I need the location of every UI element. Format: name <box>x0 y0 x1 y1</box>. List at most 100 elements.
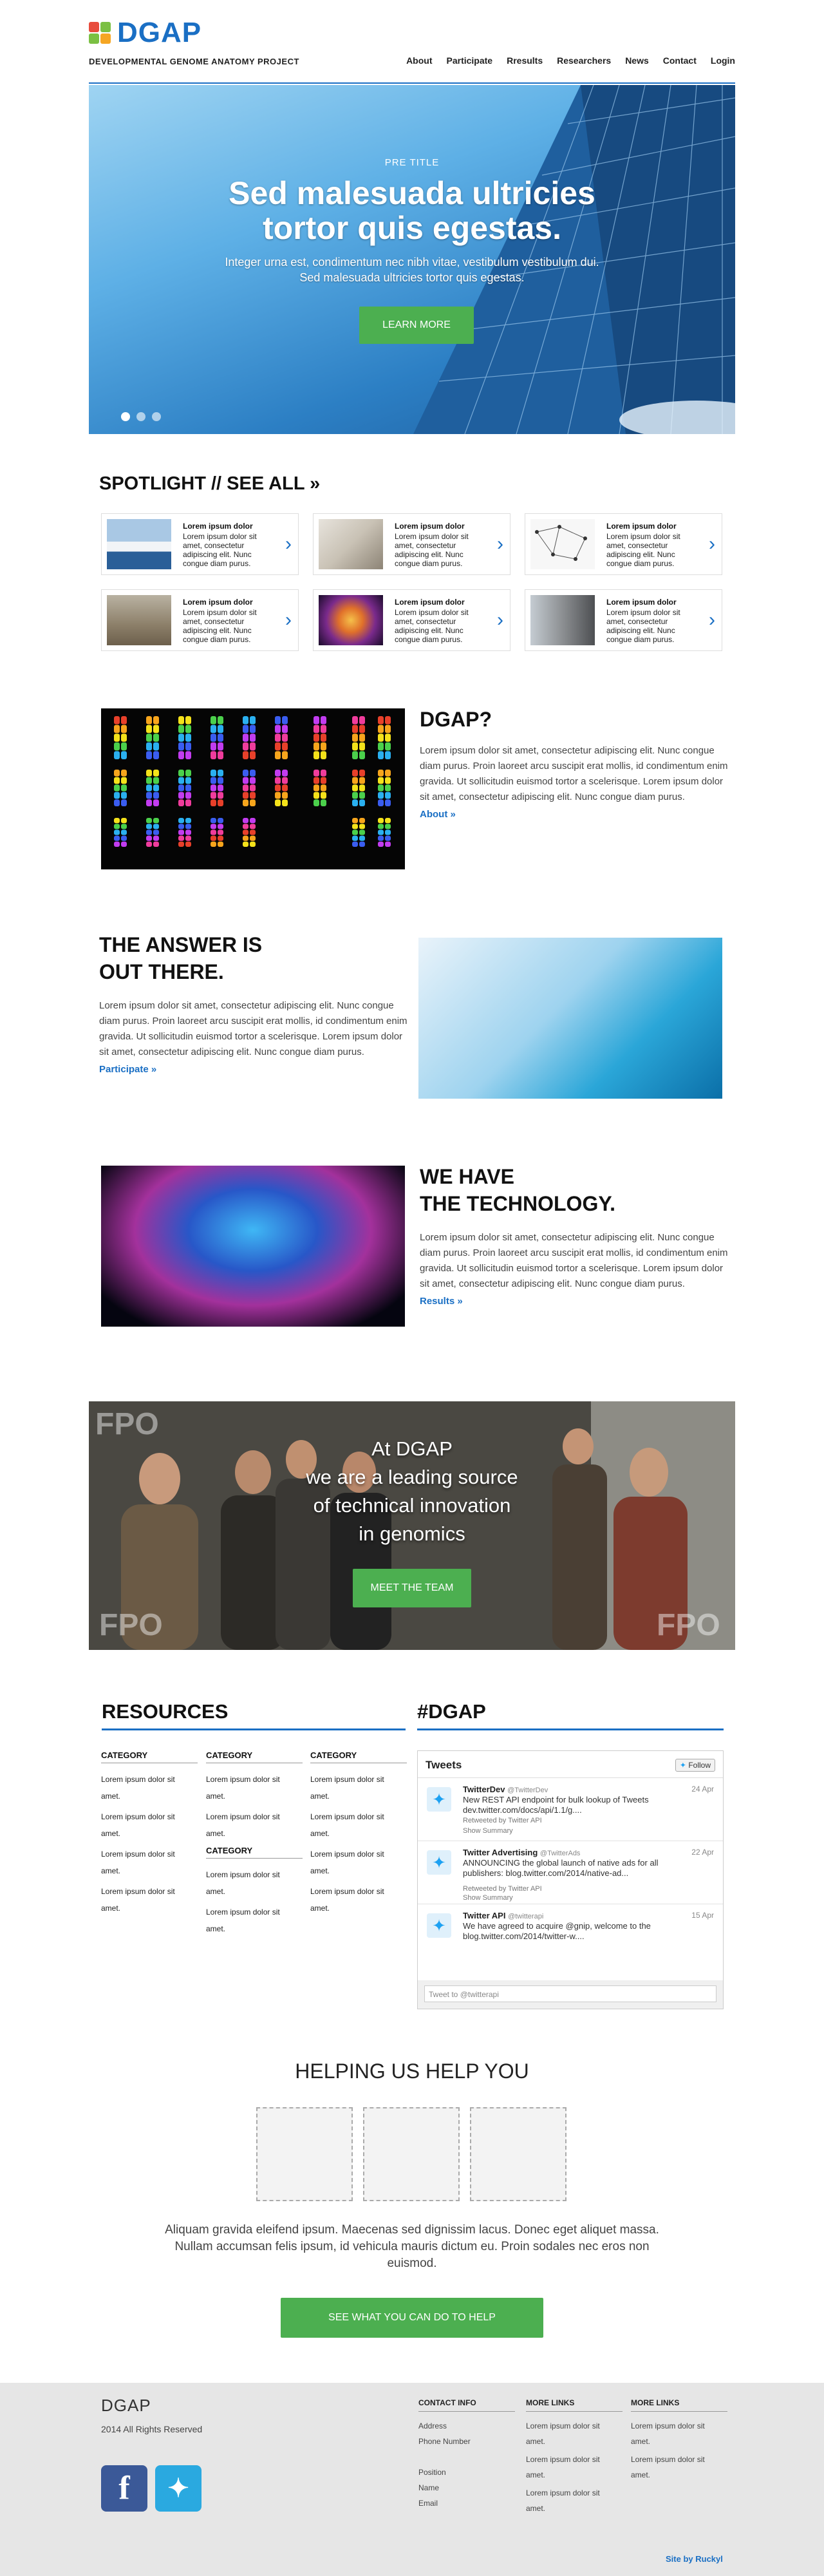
card-desc: Lorem ipsum dolor sit amet, consectetur … <box>183 608 257 644</box>
footer-contact-item: Phone Number <box>418 2437 471 2446</box>
follow-label: Follow <box>688 1761 711 1770</box>
spotlight-card[interactable]: Lorem ipsum dolor Lorem ipsum dolor sit … <box>101 513 299 575</box>
resource-link[interactable]: Lorem ipsum dolor sit amet. <box>310 1771 386 1804</box>
hero-carousel[interactable]: PRE TITLE Sed malesuada ultricies tortor… <box>89 85 735 434</box>
chevron-right-icon[interactable]: › <box>709 611 715 630</box>
site-credit-link[interactable]: Site by Ruckyl <box>666 2554 723 2564</box>
help-placeholder-box <box>363 2107 460 2201</box>
tweet[interactable]: ✦ Twitter API @twitterapi 15 Apr We have… <box>418 1904 723 1967</box>
nav-contact[interactable]: Contact <box>663 55 697 66</box>
tweet-author[interactable]: Twitter API @twitterapi <box>463 1911 543 1920</box>
footer-link[interactable]: Lorem ipsum dolor sit amet. <box>631 2452 715 2483</box>
spotlight-card[interactable]: Lorem ipsum dolor Lorem ipsum dolor sit … <box>101 589 299 651</box>
nav-about[interactable]: About <box>406 55 432 66</box>
carousel-dot[interactable] <box>136 412 145 421</box>
help-cta-button[interactable]: SEE WHAT YOU CAN DO TO HELP <box>281 2298 543 2338</box>
fpo-watermark: FPO <box>99 1608 163 1642</box>
tweet-date[interactable]: 22 Apr <box>691 1848 714 1857</box>
spotlight-card[interactable]: Lorem ipsum dolor Lorem ipsum dolor sit … <box>313 513 510 575</box>
tweet-compose-input[interactable]: Tweet to @twitterapi <box>424 1985 716 2002</box>
feature-body: Lorem ipsum dolor sit amet, consectetur … <box>99 1000 407 1057</box>
show-summary-link[interactable]: Show Summary <box>463 1827 513 1835</box>
spotlight-card[interactable]: Lorem ipsum dolor Lorem ipsum dolor sit … <box>525 513 722 575</box>
tweet-author[interactable]: Twitter Advertising @TwitterAds <box>463 1848 580 1857</box>
tweet-handle: @twitterapi <box>508 1913 544 1920</box>
resource-link[interactable]: Lorem ipsum dolor sit amet. <box>101 1808 177 1842</box>
site-footer: DGAP 2014 All Rights Reserved f ✦ CONTAC… <box>0 2383 824 2576</box>
twitter-heading: #DGAP <box>417 1700 486 1723</box>
card-title: Lorem ipsum dolor <box>395 522 465 531</box>
resource-link[interactable]: Lorem ipsum dolor sit amet. <box>206 1866 282 1900</box>
tweet-author[interactable]: TwitterDev @TwitterDev <box>463 1785 548 1794</box>
nav-researchers[interactable]: Researchers <box>557 55 611 66</box>
twitter-icon[interactable]: ✦ <box>155 2465 201 2512</box>
chevron-right-icon[interactable]: › <box>285 535 292 554</box>
nav-login[interactable]: Login <box>711 55 735 66</box>
chevron-right-icon[interactable]: › <box>709 535 715 554</box>
resource-link[interactable]: Lorem ipsum dolor sit amet. <box>101 1846 177 1879</box>
footer-link[interactable]: Lorem ipsum dolor sit amet. <box>526 2418 602 2449</box>
field-worker-image <box>107 595 171 645</box>
tweet[interactable]: ✦ TwitterDev @TwitterDev 24 Apr New REST… <box>418 1778 723 1841</box>
spotlight-heading[interactable]: SPOTLIGHT // SEE ALL » <box>99 473 320 495</box>
spotlight-card[interactable]: Lorem ipsum dolor Lorem ipsum dolor sit … <box>313 589 510 651</box>
dna-helix-image <box>101 1166 405 1327</box>
spotlight-grid: Lorem ipsum dolor Lorem ipsum dolor sit … <box>101 513 723 651</box>
help-line: euismod. <box>387 2257 437 2270</box>
card-title: Lorem ipsum dolor <box>606 598 677 607</box>
spotlight-card[interactable]: Lorem ipsum dolor Lorem ipsum dolor sit … <box>525 589 722 651</box>
carousel-dot[interactable] <box>152 412 161 421</box>
hero-title-line: Sed malesuada ultricies <box>229 175 595 211</box>
resource-link[interactable]: Lorem ipsum dolor sit amet. <box>101 1771 177 1804</box>
footer-link[interactable]: Lorem ipsum dolor sit amet. <box>526 2485 602 2516</box>
footer-link[interactable]: Lorem ipsum dolor sit amet. <box>526 2452 602 2483</box>
tweet-handle: @TwitterDev <box>507 1786 548 1794</box>
tweet-date[interactable]: 15 Apr <box>691 1911 714 1920</box>
show-summary-link[interactable]: Show Summary <box>463 1894 513 1902</box>
carousel-dot[interactable] <box>121 412 130 421</box>
footer-contact-item: Address <box>418 2421 447 2430</box>
nav-news[interactable]: News <box>625 55 649 66</box>
nav-results[interactable]: Rresults <box>507 55 543 66</box>
resource-link[interactable]: Lorem ipsum dolor sit amet. <box>310 1846 386 1879</box>
tweet-date[interactable]: 24 Apr <box>691 1785 714 1794</box>
follow-button[interactable]: ✦ Follow <box>675 1759 715 1772</box>
learn-more-button[interactable]: LEARN MORE <box>359 307 474 344</box>
about-link[interactable]: About » <box>420 809 456 820</box>
chevron-right-icon[interactable]: › <box>497 535 503 554</box>
team-line: of technical innovation <box>313 1494 511 1517</box>
tweet[interactable]: ✦ Twitter Advertising @TwitterAds 22 Apr… <box>418 1841 723 1904</box>
logo-text: DGAP <box>117 17 202 48</box>
feature-title-line: OUT THERE. <box>99 960 224 983</box>
resource-link[interactable]: Lorem ipsum dolor sit amet. <box>310 1883 386 1917</box>
chevron-right-icon[interactable]: › <box>497 611 503 630</box>
footer-contact-item[interactable]: Email <box>418 2496 515 2511</box>
twitter-divider <box>417 1728 724 1730</box>
footer-contact-item: Name <box>418 2483 440 2492</box>
twitter-bird-icon: ✦ <box>427 1850 451 1875</box>
resource-link[interactable]: Lorem ipsum dolor sit amet. <box>206 1771 282 1804</box>
results-link[interactable]: Results » <box>420 1296 463 1307</box>
researcher-portrait-image <box>530 595 595 645</box>
resource-link[interactable]: Lorem ipsum dolor sit amet. <box>206 1808 282 1842</box>
chevron-right-icon[interactable]: › <box>285 611 292 630</box>
twitter-widget-header: Tweets ✦ Follow <box>418 1751 723 1778</box>
nav-participate[interactable]: Participate <box>447 55 493 66</box>
footer-contact-column: CONTACT INFO Address Phone Number Positi… <box>418 2398 515 2511</box>
footer-logo[interactable]: DGAP <box>101 2396 151 2416</box>
feature-body: Lorem ipsum dolor sit amet, consectetur … <box>420 1232 728 1289</box>
resource-link[interactable]: Lorem ipsum dolor sit amet. <box>206 1904 282 1937</box>
participate-link[interactable]: Participate » <box>99 1064 156 1075</box>
resource-link[interactable]: Lorem ipsum dolor sit amet. <box>310 1808 386 1842</box>
facebook-icon[interactable]: f <box>101 2465 147 2512</box>
team-line: in genomics <box>359 1522 465 1545</box>
site-logo[interactable]: DGAP <box>89 17 201 49</box>
footer-link[interactable]: Lorem ipsum dolor sit amet. <box>631 2418 715 2449</box>
twitter-bird-icon: ✦ <box>427 1787 451 1812</box>
meet-the-team-button[interactable]: MEET THE TEAM <box>353 1569 471 1607</box>
tweet-text: New REST API endpoint for bulk lookup of… <box>463 1795 649 1815</box>
resource-link[interactable]: Lorem ipsum dolor sit amet. <box>101 1883 177 1917</box>
twitter-bird-icon: ✦ <box>427 1913 451 1938</box>
resource-category: CATEGORY <box>310 1750 407 1763</box>
team-line: At DGAP <box>371 1437 453 1460</box>
